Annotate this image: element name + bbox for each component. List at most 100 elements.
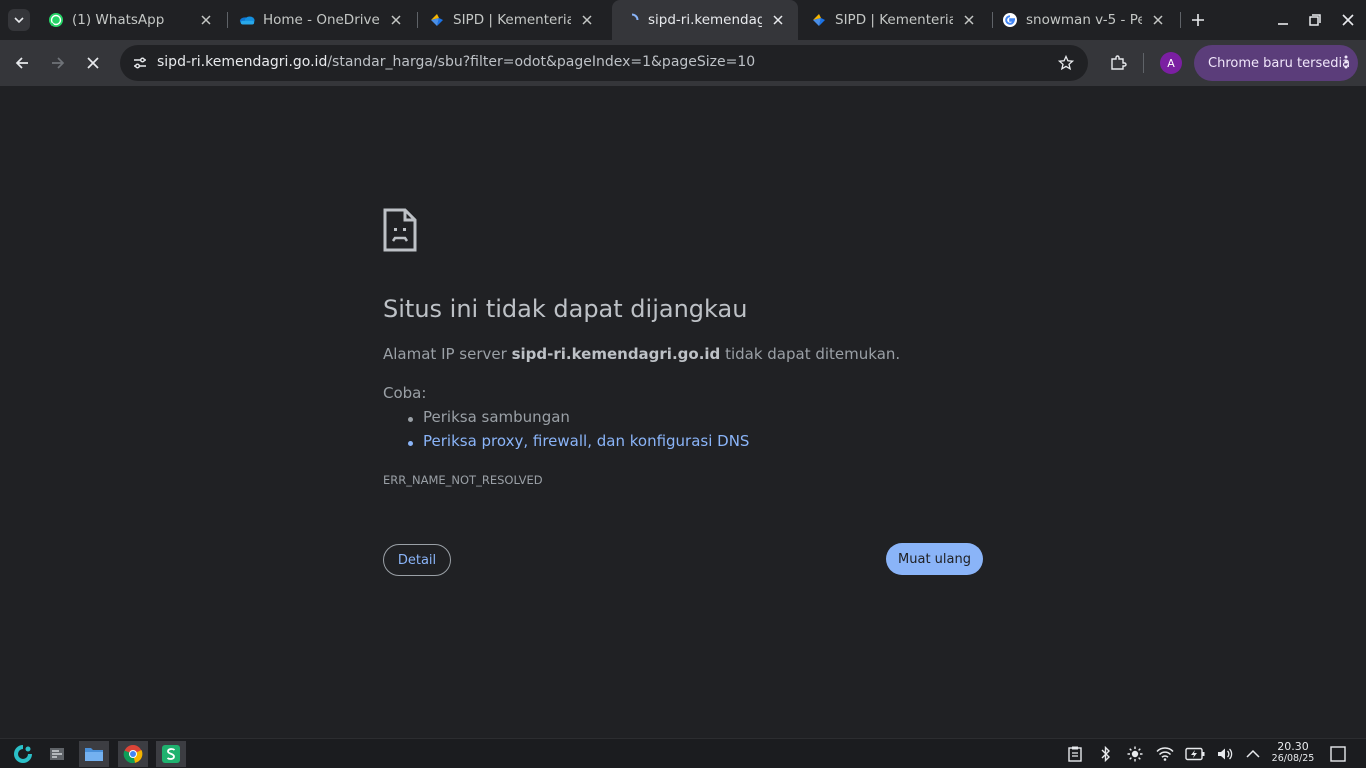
url-text[interactable]: sipd-ri.kemendagri.go.id/standar_harga/s…: [157, 54, 755, 70]
notification-panel-icon: [1330, 746, 1346, 762]
speaker-icon: [1218, 748, 1233, 760]
close-icon[interactable]: [198, 12, 214, 28]
close-icon[interactable]: [1150, 12, 1166, 28]
tab-sipd-ri-active[interactable]: sipd-ri.kemendagri: [612, 0, 798, 40]
url-path: /standar_harga/sbu?filter=odot&pageIndex…: [327, 54, 756, 70]
volume-tray-button[interactable]: [1215, 744, 1235, 764]
sipd-icon: [811, 12, 827, 28]
onedrive-icon: [239, 12, 255, 28]
error-desc-prefix: Alamat IP server: [383, 345, 507, 363]
star-icon: [1058, 55, 1074, 71]
taskbar: 20.30 26/08/25: [0, 738, 1366, 768]
toolbar-separator: [1143, 53, 1144, 73]
arrow-right-icon: [52, 57, 65, 69]
url-host: sipd-ri.kemendagri.go.id: [157, 54, 328, 70]
close-icon[interactable]: [961, 12, 977, 28]
restore-button[interactable]: [1305, 10, 1325, 30]
close-icon[interactable]: [770, 12, 786, 28]
toolbar: sipd-ri.kemendagri.go.id/standar_harga/s…: [0, 40, 1366, 86]
back-button[interactable]: [10, 51, 34, 75]
show-hidden-icons-button[interactable]: [1243, 744, 1263, 764]
reload-button[interactable]: Muat ulang: [886, 543, 983, 575]
error-title: Situs ini tidak dapat dijangkau: [383, 295, 748, 323]
error-page: Situs ini tidak dapat dijangkau Alamat I…: [0, 86, 1366, 738]
battery-charging-icon: [1185, 747, 1205, 761]
tab-onedrive[interactable]: Home - OneDrive: [219, 0, 416, 40]
error-desc-suffix: tidak dapat ditemukan.: [725, 345, 901, 363]
whatsapp-icon: [48, 12, 64, 28]
minimize-button[interactable]: [1273, 10, 1293, 30]
wifi-icon: [1156, 747, 1174, 761]
plus-icon: [1192, 14, 1204, 26]
spreadsheet-icon: [162, 745, 180, 763]
error-host: sipd-ri.kemendagri.go.id: [511, 345, 721, 363]
chrome-icon: [123, 745, 143, 764]
chrome-taskbar-button[interactable]: [118, 741, 148, 767]
google-icon: [1002, 12, 1018, 28]
details-button[interactable]: Detail: [383, 544, 451, 576]
tab-title: Home - OneDrive: [263, 12, 380, 28]
bookmark-button[interactable]: [1056, 53, 1076, 73]
chevron-up-icon: [1246, 749, 1260, 758]
try-label: Coba:: [383, 384, 427, 402]
restore-icon: [1309, 14, 1321, 26]
task-manager-icon: [50, 748, 64, 760]
tab-sipd-1[interactable]: SIPD | Kementerian: [409, 0, 607, 40]
tune-icon: [134, 57, 146, 69]
more-vert-icon: [1344, 54, 1348, 74]
error-description: Alamat IP server sipd-ri.kemendagri.go.i…: [383, 345, 900, 363]
loading-spinner-icon: [624, 12, 640, 28]
tab-sipd-2[interactable]: SIPD | Kementerian: [791, 0, 989, 40]
suggestion-link-dns[interactable]: Periksa proxy, firewall, dan konfigurasi…: [407, 432, 749, 456]
chrome-update-button[interactable]: Chrome baru tersedia: [1194, 45, 1358, 81]
tab-whatsapp[interactable]: (1) WhatsApp: [28, 0, 226, 40]
site-info-button[interactable]: [128, 51, 152, 75]
close-icon[interactable]: [388, 12, 404, 28]
tab-title: SIPD | Kementerian: [453, 12, 571, 28]
stop-loading-button[interactable]: [81, 51, 105, 75]
address-bar[interactable]: sipd-ri.kemendagri.go.id/standar_harga/s…: [120, 45, 1088, 81]
tab-search-button[interactable]: [8, 9, 30, 31]
update-label: Chrome baru tersedia: [1208, 55, 1351, 71]
puzzle-icon: [1111, 55, 1127, 70]
launcher-button[interactable]: [8, 741, 38, 767]
folder-icon: [85, 748, 103, 761]
tab-title: sipd-ri.kemendagri: [648, 12, 762, 28]
file-manager-button[interactable]: [79, 741, 109, 767]
brightness-tray-button[interactable]: [1125, 744, 1145, 764]
suggestion-item: Periksa sambungan: [407, 408, 749, 432]
bluetooth-icon: [1101, 746, 1110, 762]
tab-title: snowman v-5 - Penc: [1026, 12, 1142, 28]
clock[interactable]: 20.30 26/08/25: [1268, 741, 1318, 765]
clock-date: 26/08/25: [1271, 753, 1315, 764]
tab-title: SIPD | Kementerian: [835, 12, 953, 28]
spreadsheet-app-button[interactable]: [156, 741, 186, 767]
task-manager-button[interactable]: [42, 741, 72, 767]
battery-tray-button[interactable]: [1185, 744, 1205, 764]
close-window-button[interactable]: [1338, 10, 1358, 30]
suggestion-list: Periksa sambungan Periksa proxy, firewal…: [407, 408, 749, 456]
brightness-icon: [1127, 746, 1143, 762]
clipboard-tray-button[interactable]: [1065, 744, 1085, 764]
new-tab-button[interactable]: [1188, 10, 1208, 30]
close-icon: [87, 57, 99, 69]
close-icon[interactable]: [579, 12, 595, 28]
arrow-left-icon: [15, 57, 28, 69]
notifications-button[interactable]: [1328, 744, 1348, 764]
chevron-down-icon: [14, 17, 24, 24]
close-icon: [1342, 14, 1354, 26]
clock-time: 20.30: [1277, 740, 1309, 753]
minimize-icon: [1278, 23, 1288, 25]
error-code: ERR_NAME_NOT_RESOLVED: [383, 473, 543, 487]
bluetooth-tray-button[interactable]: [1096, 744, 1116, 764]
tab-strip: (1) WhatsApp Home - OneDrive SIPD | Keme…: [0, 0, 1366, 40]
launcher-icon: [14, 745, 32, 763]
profile-avatar[interactable]: A: [1160, 52, 1182, 74]
clipboard-icon: [1068, 746, 1082, 762]
extensions-button[interactable]: [1106, 51, 1130, 75]
tab-title: (1) WhatsApp: [72, 12, 165, 28]
forward-button[interactable]: [46, 51, 70, 75]
tab-google-search[interactable]: snowman v-5 - Penc: [982, 0, 1178, 40]
tab-separator: [1180, 12, 1181, 28]
wifi-tray-button[interactable]: [1155, 744, 1175, 764]
